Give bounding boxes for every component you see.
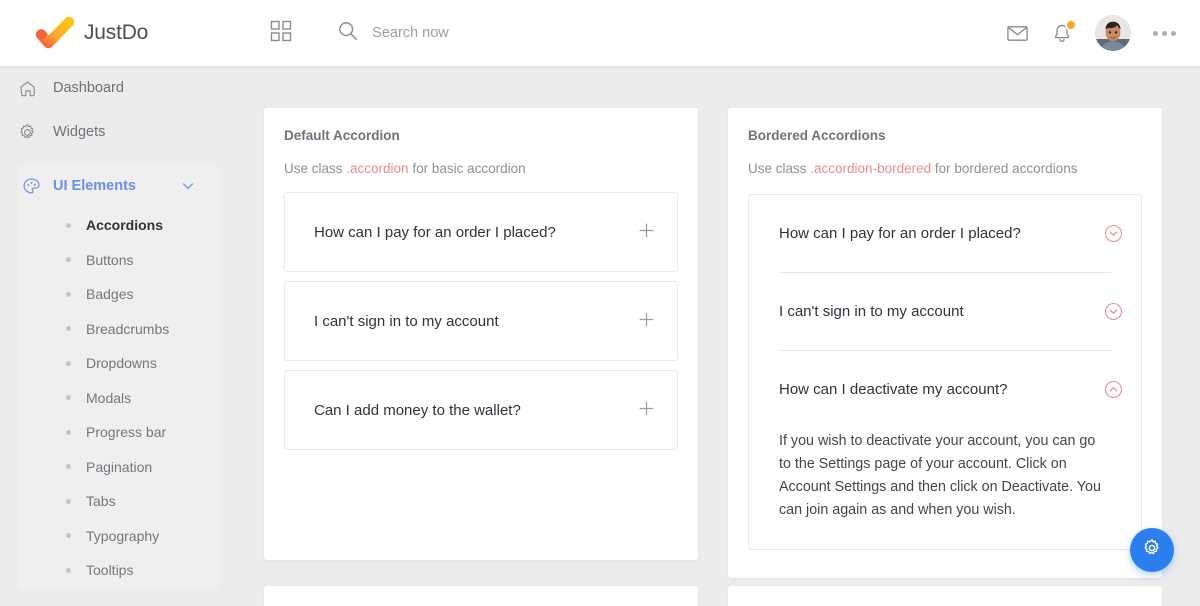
- home-icon: [18, 79, 44, 98]
- default-accordion-list: How can I pay for an order I placed? I c…: [264, 176, 698, 450]
- sidebar-group-header[interactable]: UI Elements: [18, 164, 219, 208]
- card-title: Bordered Accordions: [748, 128, 886, 143]
- card-subtitle: Use class .accordion-bordered for border…: [728, 143, 1162, 176]
- sidebar-subitem-label: Accordions: [86, 217, 164, 234]
- sidebar-subitem-label: Breadcrumbs: [86, 320, 170, 337]
- card-subtitle-suffix: for basic accordion: [412, 161, 526, 176]
- notification-badge: [1065, 18, 1077, 31]
- next-card-partial-left: [264, 586, 698, 606]
- accordion-question: I can't sign in to my account: [314, 312, 499, 330]
- bullet-icon: [66, 429, 71, 435]
- sidebar-item-pagination[interactable]: Pagination: [18, 450, 219, 485]
- more-options-icon[interactable]: [1153, 30, 1176, 36]
- accordion-item[interactable]: I can't sign in to my account: [749, 273, 1141, 350]
- bullet-icon: [66, 360, 71, 366]
- bullet-icon: [66, 291, 71, 297]
- card-subtitle: Use class .accordion for basic accordion: [264, 143, 698, 176]
- header-actions: [1006, 15, 1176, 51]
- sidebar-item-progress-bar[interactable]: Progress bar: [18, 415, 219, 450]
- sidebar-item-widgets[interactable]: Widgets: [0, 110, 219, 154]
- search-icon: [338, 21, 358, 46]
- bullet-icon: [66, 257, 71, 263]
- sidebar: Dashboard Widgets UI Elements Accordions…: [0, 66, 219, 606]
- palette-icon: [18, 177, 44, 196]
- grid-apps-icon[interactable]: [270, 20, 292, 47]
- chevron-down-icon[interactable]: [181, 179, 195, 193]
- search-placeholder: Search now: [372, 25, 449, 41]
- plus-icon[interactable]: [638, 311, 655, 332]
- sidebar-subitem-label: Typography: [86, 527, 160, 544]
- bordered-accordion-card: Bordered Accordions Use class .accordion…: [728, 108, 1162, 578]
- bullet-icon: [66, 395, 71, 401]
- circle-chevron-down-icon[interactable]: [1104, 302, 1123, 321]
- sidebar-item-buttons[interactable]: Buttons: [18, 243, 219, 278]
- accordion-question: How can I deactivate my account?: [779, 381, 1008, 398]
- sidebar-subitem-label: Progress bar: [86, 424, 167, 441]
- envelope-icon[interactable]: [1006, 22, 1029, 45]
- plus-icon[interactable]: [638, 222, 655, 243]
- accordion-body: If you wish to deactivate your account, …: [779, 433, 1101, 519]
- sidebar-item-accordions[interactable]: Accordions: [18, 208, 219, 243]
- bordered-accordion-list: How can I pay for an order I placed? I c…: [748, 194, 1142, 550]
- bullet-icon: [66, 533, 71, 539]
- sidebar-group-ui-elements: UI Elements Accordions Buttons Badges Br…: [18, 164, 219, 590]
- sidebar-subitem-label: Tooltips: [86, 562, 134, 579]
- plus-icon[interactable]: [638, 400, 655, 421]
- sidebar-item-dropdowns[interactable]: Dropdowns: [18, 346, 219, 381]
- default-accordion-card: Default Accordion Use class .accordion f…: [264, 108, 698, 560]
- sidebar-subitem-label: Tabs: [86, 493, 116, 510]
- accordion-question: How can I pay for an order I placed?: [314, 223, 556, 241]
- circle-chevron-up-icon[interactable]: [1104, 380, 1123, 399]
- gear-icon: [1142, 538, 1162, 563]
- card-subtitle-prefix: Use class: [284, 161, 343, 176]
- bullet-icon: [66, 222, 71, 228]
- avatar[interactable]: [1095, 15, 1131, 51]
- sidebar-subitem-label: Dropdowns: [86, 355, 157, 372]
- bullet-icon: [66, 326, 71, 332]
- card-title: Default Accordion: [284, 128, 400, 143]
- sidebar-item-label: Dashboard: [53, 80, 124, 96]
- next-card-partial-right: [728, 586, 1162, 606]
- sidebar-item-breadcrumbs[interactable]: Breadcrumbs: [18, 312, 219, 347]
- sidebar-item-typography[interactable]: Typography: [18, 519, 219, 554]
- sidebar-subitem-label: Badges: [86, 286, 134, 303]
- bullet-icon: [66, 567, 71, 573]
- search-input[interactable]: Search now: [338, 21, 449, 46]
- accordion-item[interactable]: I can't sign in to my account: [284, 281, 678, 361]
- bell-notification-icon[interactable]: [1051, 18, 1077, 45]
- card-subtitle-suffix: for bordered accordions: [934, 161, 1078, 176]
- bullet-icon: [66, 498, 71, 504]
- accordion-item[interactable]: How can I pay for an order I placed?: [284, 192, 678, 272]
- sidebar-item-tooltips[interactable]: Tooltips: [18, 553, 219, 588]
- brand[interactable]: JustDo: [34, 16, 148, 50]
- bullet-icon: [66, 464, 71, 470]
- brand-name: JustDo: [84, 21, 149, 44]
- sidebar-item-badges[interactable]: Badges: [18, 277, 219, 312]
- main-content: Default Accordion Use class .accordion f…: [219, 66, 1200, 606]
- sidebar-subitem-label: Pagination: [86, 458, 153, 475]
- accordion-question: How can I pay for an order I placed?: [779, 225, 1021, 242]
- accordion-item-expanded[interactable]: How can I deactivate my account?: [749, 351, 1141, 428]
- card-subtitle-code: .accordion-bordered: [810, 161, 932, 176]
- sidebar-group-label: UI Elements: [53, 178, 136, 194]
- card-subtitle-prefix: Use class: [748, 161, 807, 176]
- sidebar-item-modals[interactable]: Modals: [18, 381, 219, 416]
- card-subtitle-code: .accordion: [346, 161, 409, 176]
- accordion-question: Can I add money to the wallet?: [314, 401, 521, 419]
- accordion-item[interactable]: How can I pay for an order I placed?: [749, 195, 1141, 272]
- accordion-item[interactable]: Can I add money to the wallet?: [284, 370, 678, 450]
- settings-fab-button[interactable]: [1130, 528, 1174, 572]
- accordion-question: I can't sign in to my account: [779, 303, 964, 320]
- circle-chevron-down-icon[interactable]: [1104, 224, 1123, 243]
- app-header: JustDo Search now: [0, 0, 1200, 66]
- sidebar-item-tabs[interactable]: Tabs: [18, 484, 219, 519]
- gear-icon: [18, 123, 44, 142]
- sidebar-item-label: Widgets: [53, 124, 106, 140]
- check-logo-icon: [34, 16, 78, 50]
- sidebar-item-dashboard[interactable]: Dashboard: [0, 66, 219, 110]
- sidebar-subitem-label: Modals: [86, 389, 132, 406]
- sidebar-subitem-label: Buttons: [86, 251, 134, 268]
